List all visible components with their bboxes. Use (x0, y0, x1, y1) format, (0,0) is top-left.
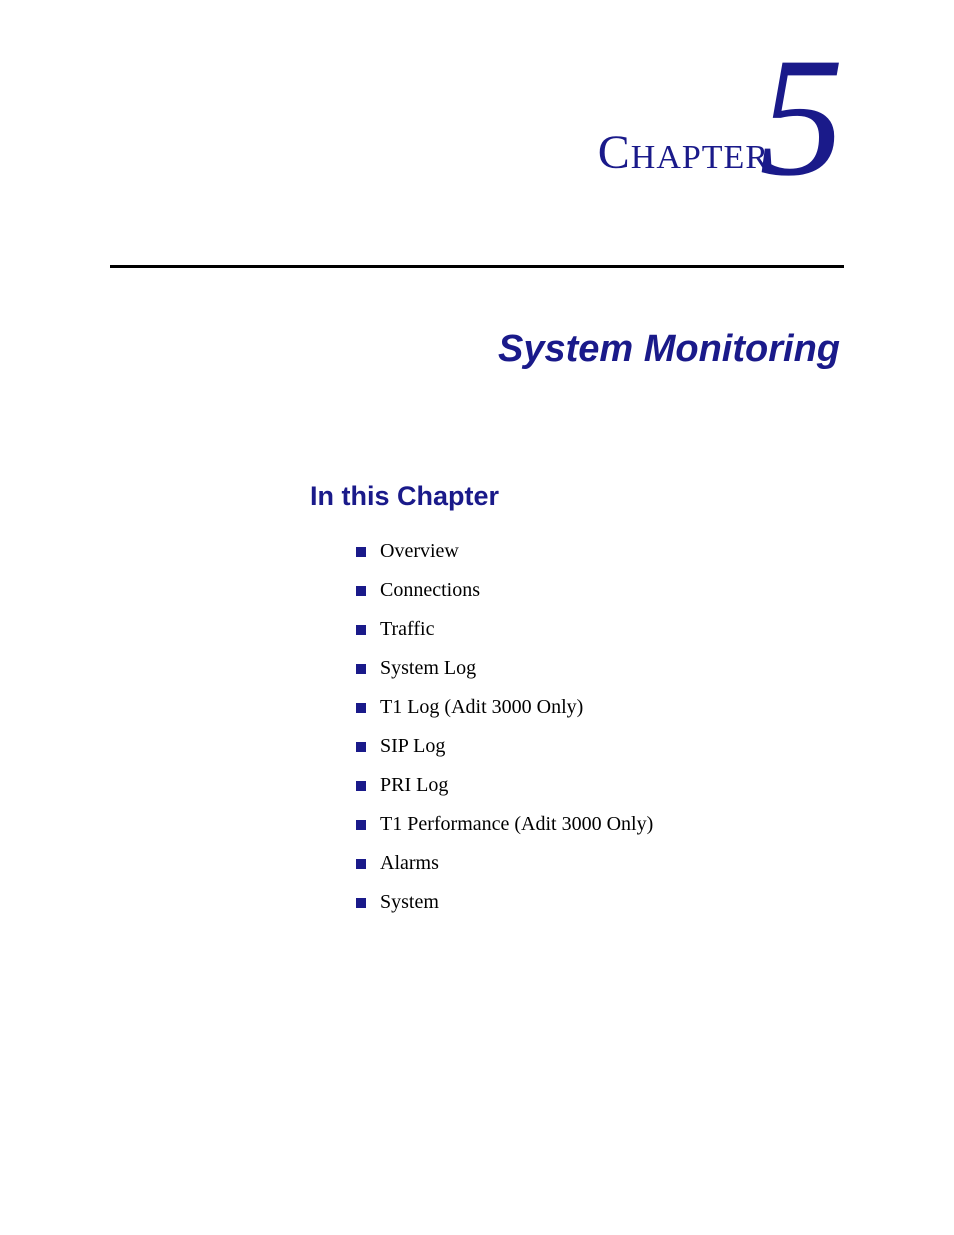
toc-item-label: Traffic (380, 618, 434, 641)
section-heading: In this Chapter (310, 481, 844, 512)
chapter-title: System Monitoring (110, 328, 840, 371)
toc-item-label: PRI Log (380, 774, 448, 797)
chapter-label: Chapter (598, 125, 769, 180)
toc-item-label: Alarms (380, 852, 439, 875)
chapter-header: Chapter 5 (110, 80, 844, 250)
toc-item[interactable]: Overview (356, 540, 844, 563)
toc-item-label: System Log (380, 657, 476, 680)
toc-item-label: T1 Performance (Adit 3000 Only) (380, 813, 653, 836)
toc-item-label: SIP Log (380, 735, 445, 758)
toc-item[interactable]: System Log (356, 657, 844, 680)
toc-item-label: System (380, 891, 439, 914)
square-bullet-icon (356, 781, 366, 791)
toc-item[interactable]: SIP Log (356, 735, 844, 758)
toc-item-label: T1 Log (Adit 3000 Only) (380, 696, 583, 719)
square-bullet-icon (356, 664, 366, 674)
horizontal-divider (110, 265, 844, 268)
toc-list: Overview Connections Traffic System Log … (356, 540, 844, 914)
square-bullet-icon (356, 586, 366, 596)
toc-item-label: Overview (380, 540, 459, 563)
toc-item[interactable]: T1 Log (Adit 3000 Only) (356, 696, 844, 719)
square-bullet-icon (356, 859, 366, 869)
page-container: Chapter 5 System Monitoring In this Chap… (0, 0, 954, 914)
square-bullet-icon (356, 742, 366, 752)
toc-item[interactable]: T1 Performance (Adit 3000 Only) (356, 813, 844, 836)
square-bullet-icon (356, 547, 366, 557)
toc-item[interactable]: Alarms (356, 852, 844, 875)
square-bullet-icon (356, 820, 366, 830)
square-bullet-icon (356, 703, 366, 713)
square-bullet-icon (356, 898, 366, 908)
toc-item[interactable]: PRI Log (356, 774, 844, 797)
square-bullet-icon (356, 625, 366, 635)
chapter-number: 5 (759, 32, 844, 202)
toc-item[interactable]: Connections (356, 579, 844, 602)
toc-item-label: Connections (380, 579, 480, 602)
toc-item[interactable]: Traffic (356, 618, 844, 641)
toc-item[interactable]: System (356, 891, 844, 914)
